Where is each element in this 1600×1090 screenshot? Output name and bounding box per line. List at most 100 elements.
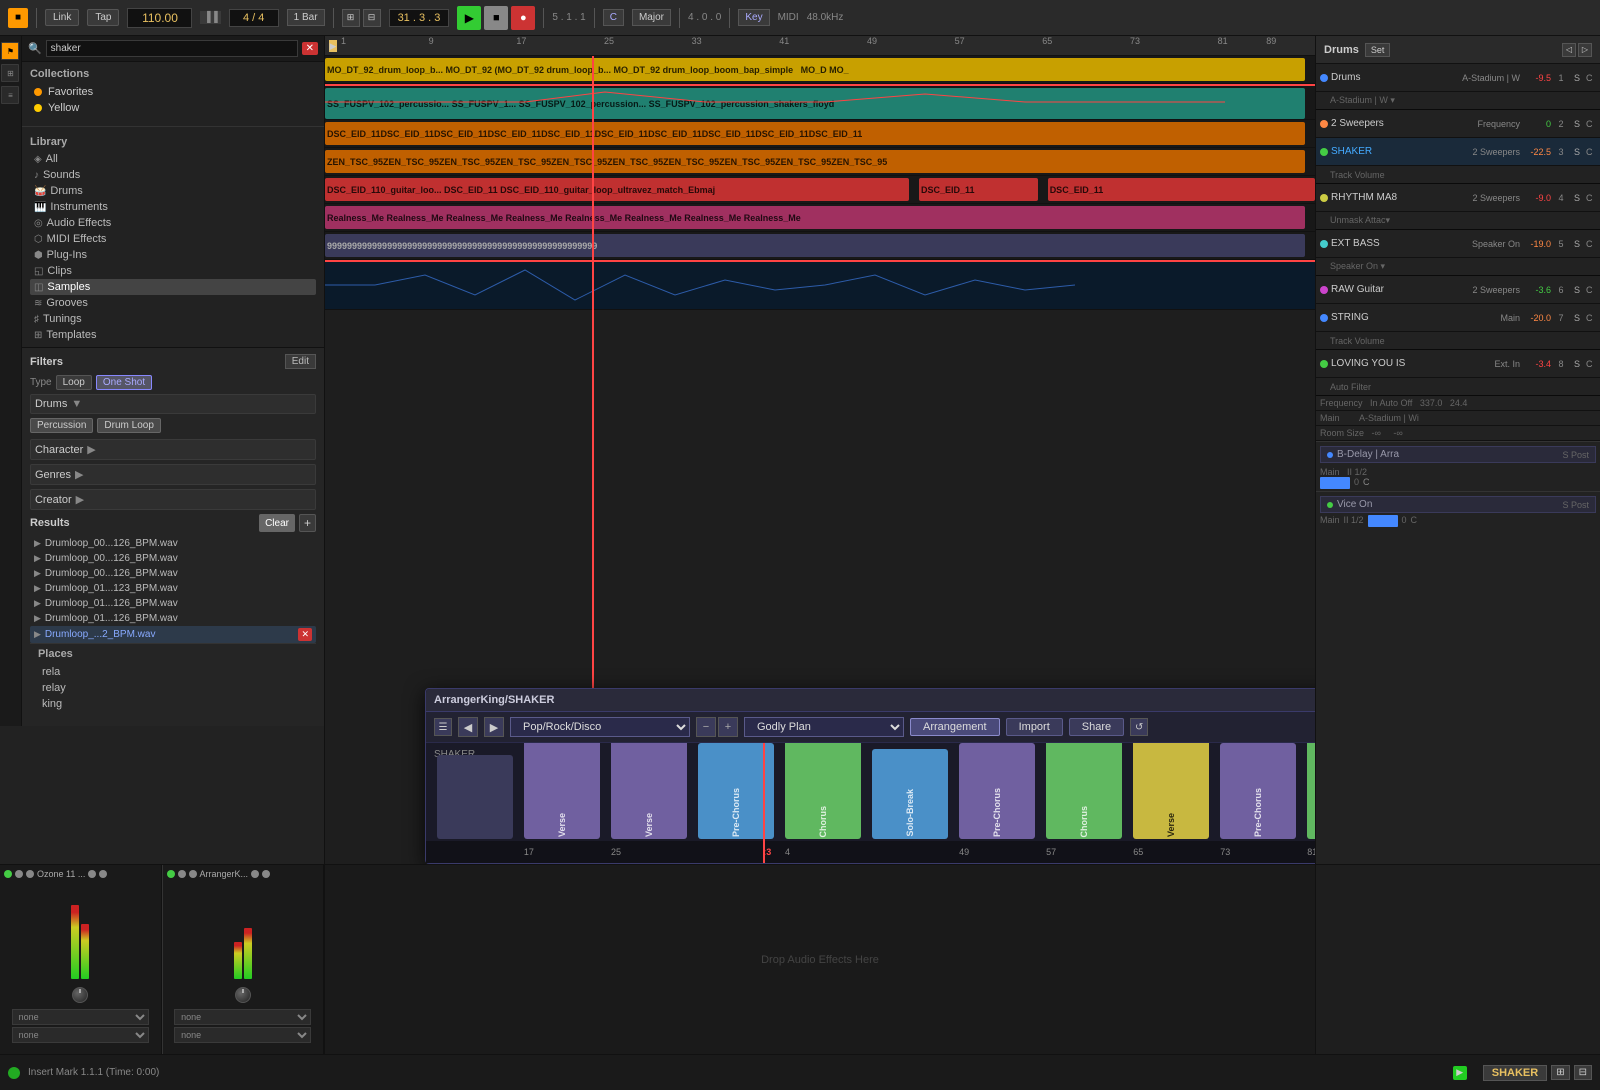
arrange-btn[interactable]: ⊞ (342, 9, 360, 27)
lib-clips[interactable]: ◱ Clips (30, 263, 316, 279)
section-solo-break[interactable]: Solo-Break (872, 749, 948, 839)
mixer-track-sweepers[interactable]: 2 Sweepers Frequency 0 2 S C (1316, 110, 1600, 138)
lib-audio-effects[interactable]: ◎ Audio Effects (30, 215, 316, 231)
arranger-menu-icon[interactable]: ☰ (434, 718, 452, 736)
mixer-right-icon[interactable]: ▷ (1578, 43, 1592, 57)
bpm-input[interactable] (127, 8, 192, 28)
mixer-left-icon[interactable]: ◁ (1562, 43, 1576, 57)
druml-oop-tag[interactable]: Drum Loop (97, 418, 160, 433)
chain-vice[interactable]: Vice On S Post (1320, 496, 1596, 513)
file-item-1[interactable]: ▶ Drumloop_00...126_BPM.wav (30, 551, 316, 566)
nav-icon-browser[interactable]: ≡ (1, 86, 19, 104)
arrangement-button[interactable]: Arrangement (910, 718, 1000, 736)
arranger-next-button[interactable]: ▶ (484, 717, 504, 737)
time-sig-input[interactable] (229, 9, 279, 27)
lib-instruments[interactable]: 🎹 Instruments (30, 199, 316, 215)
character-dropdown[interactable]: Character ▶ (30, 439, 316, 460)
lib-templates[interactable]: ⊞ Templates (30, 327, 316, 343)
clip-2[interactable]: SS_FUSPV_102_percussio... SS_FUSPV_1... … (325, 88, 1305, 119)
share-button[interactable]: Share (1069, 718, 1124, 736)
mixer-set-button[interactable]: Set (1365, 43, 1391, 57)
clear-button[interactable]: Clear (259, 514, 295, 532)
file-item-4[interactable]: ▶ Drumloop_01...126_BPM.wav (30, 596, 316, 611)
monitor-select-2a[interactable]: none (174, 1009, 311, 1025)
drums-dropdown[interactable]: Drums ▼ (30, 394, 316, 414)
filter-edit-button[interactable]: Edit (285, 354, 316, 369)
import-button[interactable]: Import (1006, 718, 1063, 736)
lib-drums[interactable]: 🥁 Drums (30, 183, 316, 199)
lib-all[interactable]: ◈ All (30, 151, 316, 167)
place-relay[interactable]: relay (38, 680, 308, 696)
arranger-genre-select[interactable]: Pop/Rock/Disco (510, 717, 690, 737)
section-pre-chorus-3[interactable]: Pre-Chorus (1220, 743, 1296, 839)
lib-grooves[interactable]: ≋ Grooves (30, 295, 316, 311)
search-input[interactable] (46, 40, 298, 57)
section-verse-1[interactable]: Verse (524, 743, 600, 839)
clip-5c[interactable]: DSC_EID_11 (1048, 178, 1315, 201)
record-button[interactable]: ● (511, 6, 535, 30)
file-item-3[interactable]: ▶ Drumloop_01...123_BPM.wav (30, 581, 316, 596)
section-verse-3[interactable]: Verse (1133, 743, 1209, 839)
arranger-refresh-icon[interactable]: ↺ (1130, 718, 1148, 736)
arranger-plan-select[interactable]: Godly Plan (744, 717, 904, 737)
mixer-track-loving[interactable]: LOVING YOU IS Ext. In -3.4 8 S C (1316, 350, 1600, 378)
tap-button[interactable]: Tap (87, 9, 119, 26)
file-item-0[interactable]: ▶ Drumloop_00...126_BPM.wav (30, 536, 316, 551)
lib-tunings[interactable]: ♯ Tunings (30, 311, 316, 327)
section-verse-2[interactable]: Verse (611, 743, 687, 839)
play-button[interactable]: ▶ (457, 6, 481, 30)
mixer-track-guitar[interactable]: RAW Guitar 2 Sweepers -3.6 6 S C (1316, 276, 1600, 304)
chain-bdelay[interactable]: B-Delay | Arra S Post (1320, 446, 1596, 463)
clip-5b[interactable]: DSC_EID_11 (919, 178, 1038, 201)
monitor-knob-2[interactable] (235, 987, 251, 1003)
nav-icon-devices[interactable]: ⊞ (1, 64, 19, 82)
lib-midi-effects[interactable]: ⬡ MIDI Effects (30, 231, 316, 247)
monitor-select-1b[interactable]: none (12, 1027, 149, 1043)
percussion-tag[interactable]: Percussion (30, 418, 93, 433)
add-result-button[interactable]: + (299, 514, 316, 532)
section-chorus-2[interactable]: Chorus (1046, 743, 1122, 839)
mixer-track-drums[interactable]: Drums A-Stadium | W -9.5 1 S C (1316, 64, 1600, 92)
close-search-button[interactable]: ✕ (302, 42, 318, 55)
genres-dropdown[interactable]: Genres ▶ (30, 464, 316, 485)
nav-icon-collections[interactable]: ⚑ (1, 42, 19, 60)
section-pre-chorus-2[interactable]: Pre-Chorus (959, 743, 1035, 839)
collection-yellow[interactable]: Yellow (30, 100, 316, 116)
place-rela[interactable]: rela (38, 664, 308, 680)
file-item-2[interactable]: ▶ Drumloop_00...126_BPM.wav (30, 566, 316, 581)
lib-sounds[interactable]: ♪ Sounds (30, 167, 316, 183)
monitor-select-1a[interactable]: none (12, 1009, 149, 1025)
mixer-track-bass[interactable]: EXT BASS Speaker On -19.0 5 S C (1316, 230, 1600, 258)
file-item-6[interactable]: ▶ Drumloop_...2_BPM.wav ✕ (30, 626, 316, 643)
mixer-track-rhythm[interactable]: RHYTHM MA8 2 Sweepers -9.0 4 S C (1316, 184, 1600, 212)
key-switch[interactable]: Key (738, 9, 769, 26)
clip-1[interactable]: MO_DT_92_drum_loop_b... MO_DT_92 (MO_DT_… (325, 58, 1305, 81)
mixer-track-string[interactable]: STRING Main -20.0 7 S C (1316, 304, 1600, 332)
collection-favorites[interactable]: Favorites (30, 84, 316, 100)
clip-3[interactable]: DSC_EID_11DSC_EID_11DSC_EID_11DSC_EID_11… (325, 122, 1305, 145)
lib-samples[interactable]: ◫ Samples (30, 279, 316, 295)
session-btn[interactable]: ⊟ (363, 9, 381, 27)
link-button[interactable]: Link (45, 9, 79, 26)
clip-5a[interactable]: DSC_EID_110_guitar_loo... DSC_EID_11 DSC… (325, 178, 909, 201)
monitor-select-2b[interactable]: none (174, 1027, 311, 1043)
creator-dropdown[interactable]: Creator ▶ (30, 489, 316, 510)
loop-chip[interactable]: Loop (56, 375, 92, 390)
bottom-play-button[interactable]: ▶ (1453, 1066, 1467, 1080)
file-item-5[interactable]: ▶ Drumloop_01...126_BPM.wav (30, 611, 316, 626)
arranger-plus-button[interactable]: + (718, 717, 738, 737)
oneshot-chip[interactable]: One Shot (96, 375, 152, 390)
place-king[interactable]: king (38, 696, 308, 712)
stop-button[interactable]: ■ (484, 6, 508, 30)
section-chorus-1[interactable]: Chorus (785, 743, 861, 839)
metronome-icon[interactable]: ▐▐ (200, 11, 220, 24)
drop-audio-zone[interactable]: Drop Audio Effects Here (325, 865, 1315, 1054)
section-intro[interactable] (437, 755, 513, 839)
clip-6[interactable]: Realness_Me Realness_Me Realness_Me Real… (325, 206, 1305, 229)
section-chorus-3[interactable]: Chorus (1307, 743, 1315, 839)
clip-4[interactable]: ZEN_TSC_95ZEN_TSC_95ZEN_TSC_95ZEN_TSC_95… (325, 150, 1305, 173)
arranger-prev-button[interactable]: ◀ (458, 717, 478, 737)
arranger-minus-button[interactable]: − (696, 717, 716, 737)
monitor-knob-1[interactable] (72, 987, 88, 1003)
mixer-track-shaker[interactable]: SHAKER 2 Sweepers -22.5 3 S C (1316, 138, 1600, 166)
